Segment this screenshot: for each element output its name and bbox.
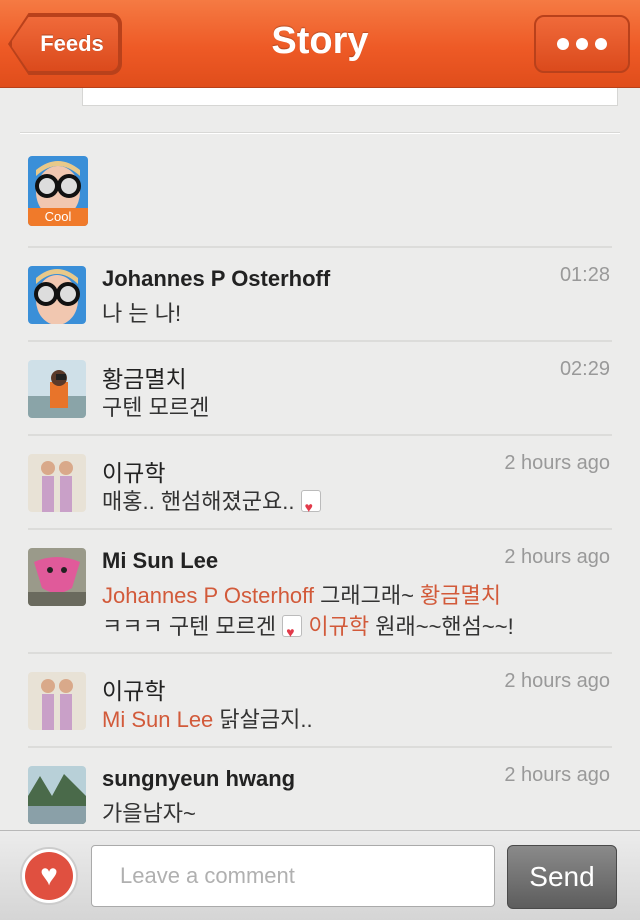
comment-time: 2 hours ago [504,546,610,568]
comment-item: sungnyeun hwang 2 hours ago 가을남자~ [28,746,612,830]
avatar-image [28,266,86,324]
avatar[interactable] [28,766,86,824]
comment-item: 황금멸치 02:29 구텐 모르겐 [28,340,612,434]
more-dots-icon [557,38,607,50]
mention-link[interactable]: Mi Sun Lee [102,707,213,732]
more-options-button[interactable] [534,15,630,73]
comment-time: 2 hours ago [504,764,610,786]
comment-text: 가을남자~ [102,801,196,826]
mention-link[interactable]: 황금멸치 [420,583,501,608]
comment-author[interactable]: sungnyeun hwang [102,766,295,792]
avatar[interactable] [28,672,86,730]
avatar-image [28,548,86,606]
avatar-image [28,454,86,512]
comment-time: 02:29 [559,358,610,380]
comment-text: 구텐 모르겐 [102,395,210,420]
avatar[interactable] [28,548,86,606]
heart-icon: ♥ [25,852,73,900]
comment-input[interactable] [91,845,495,907]
my-avatar[interactable]: Cool [28,156,88,226]
comment-text: Mi Sun Lee 닭살금지.. [102,707,313,732]
comment-time: 2 hours ago [504,670,610,692]
comment-time: 2 hours ago [504,452,610,474]
nav-bar: Feeds Story [0,0,640,88]
like-button[interactable]: ♥ [20,847,78,905]
comment-text: 매홍.. 핸섬해졌군요.. [102,486,612,523]
comment-time: 01:28 [559,264,610,286]
comment-composer: ♥ Send [0,830,640,920]
comment-author[interactable]: 이규학 [102,672,165,706]
comment-author[interactable]: Mi Sun Lee [102,548,218,574]
comment-author[interactable]: 이규학 [102,454,165,488]
comment-item: Johannes P Osterhoff 01:28 나 는 나! [28,246,612,340]
story-content-card [82,88,618,106]
avatar-image [28,672,86,730]
avatar-image [28,360,86,418]
comment-item: Mi Sun Lee 2 hours ago Johannes P Osterh… [28,528,612,652]
avatar[interactable] [28,360,86,418]
comment-author[interactable]: 황금멸치 [102,360,187,394]
comment-item: 이규학 2 hours ago Mi Sun Lee 닭살금지.. [28,652,612,746]
cool-badge: Cool [28,208,88,226]
comment-text: Johannes P Osterhoff 그래그래~ 황금멸치 ㅋㅋㅋ 구텐 모… [102,580,612,648]
comment-text: 나 는 나! [102,301,182,326]
avatar[interactable] [28,454,86,512]
avatar[interactable] [28,266,86,324]
mention-link[interactable]: 이규학 [308,614,369,639]
divider [20,132,620,134]
avatar-image [28,766,86,824]
heart-emoji-icon [282,615,303,648]
send-button[interactable]: Send [507,845,617,909]
mention-link[interactable]: Johannes P Osterhoff [102,583,314,608]
heart-emoji-icon [300,490,321,523]
comment-author[interactable]: Johannes P Osterhoff [102,266,330,292]
comment-item: 이규학 2 hours ago 매홍.. 핸섬해졌군요.. [28,434,612,528]
